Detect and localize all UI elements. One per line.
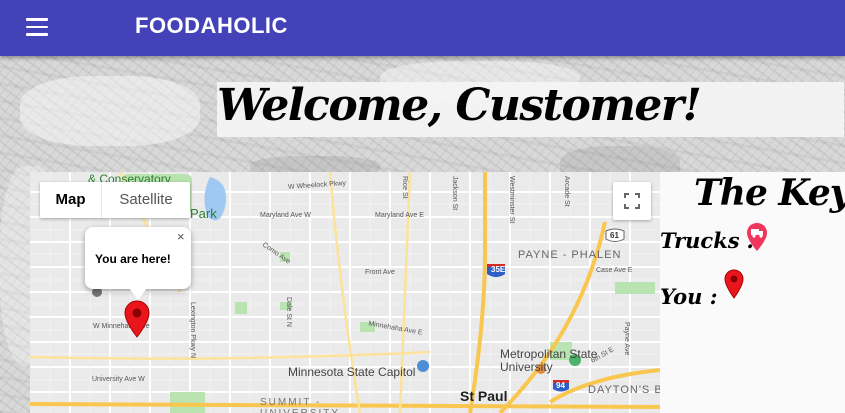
map-type-control: Map Satellite	[40, 182, 190, 218]
you-pin-icon	[724, 269, 744, 299]
info-close-icon[interactable]: ×	[177, 229, 185, 244]
map-label-capitol: Minnesota State Capitol	[288, 365, 416, 379]
map-label-payne-ave: Payne Ave	[623, 322, 630, 356]
map-label-maryland-w: Maryland Ave W	[260, 212, 311, 219]
menu-button[interactable]	[18, 15, 56, 41]
fullscreen-icon	[624, 193, 640, 209]
info-window: × You are here!	[85, 227, 191, 289]
app-bar: FOODAHOLIC	[0, 0, 845, 56]
user-location-pin-icon[interactable]	[124, 300, 150, 338]
map-label-maryland-e: Maryland Ave E	[375, 212, 424, 219]
map-label-lexington: Lexington Pkwy N	[189, 302, 196, 359]
key-title: The Key	[694, 172, 845, 214]
map-shield-i35e: 35E	[491, 265, 506, 274]
map-label-front-ave: Front Ave	[365, 269, 395, 276]
map-label-university-ave: University Ave W	[92, 376, 145, 383]
map-label-summit-university: SUMMIT - UNIVERSITY	[260, 397, 338, 413]
key-trucks-label: Trucks :	[660, 228, 755, 253]
map-label-park: Park	[190, 206, 217, 221]
map-label-rice-st: Rice St	[401, 176, 408, 199]
map-label-metro-state: Metropolitan State University	[500, 347, 598, 374]
welcome-banner: Welcome, Customer!	[217, 80, 844, 137]
welcome-heading: Welcome, Customer!	[217, 80, 702, 131]
menu-icon-line	[26, 33, 48, 36]
map-label-st-paul: St Paul	[460, 388, 508, 404]
fullscreen-button[interactable]	[613, 182, 651, 220]
map-label-jackson-st: Jackson St	[451, 176, 458, 211]
truck-pin-icon	[747, 223, 767, 251]
key-you-label: You :	[660, 284, 718, 309]
map-label-dale-st: Dale St N	[285, 297, 292, 327]
map-label-daytons-bluff: DAYTON'S BL	[588, 384, 660, 396]
info-window-tail	[129, 288, 147, 300]
map-shield-i94: 94	[556, 381, 565, 390]
key-panel: The Key Trucks : You :	[660, 172, 845, 413]
app-title: FOODAHOLIC	[135, 13, 288, 38]
map-shield-us61: 61	[610, 231, 619, 240]
menu-icon-line	[26, 25, 48, 28]
map-label-arcade-st: Arcade St	[563, 176, 570, 207]
map[interactable]: & Conservatory Park W Wheelock Pkwy Mary…	[30, 172, 660, 413]
map-label-westminster-st: Westminster St	[508, 176, 515, 224]
map-type-satellite-button[interactable]: Satellite	[102, 182, 190, 218]
menu-icon-line	[26, 18, 48, 21]
map-type-map-button[interactable]: Map	[40, 182, 102, 218]
map-label-case-ave: Case Ave E	[596, 267, 633, 274]
map-label-payne-phalen: PAYNE - PHALEN	[518, 249, 622, 261]
info-window-text: You are here!	[95, 252, 171, 266]
